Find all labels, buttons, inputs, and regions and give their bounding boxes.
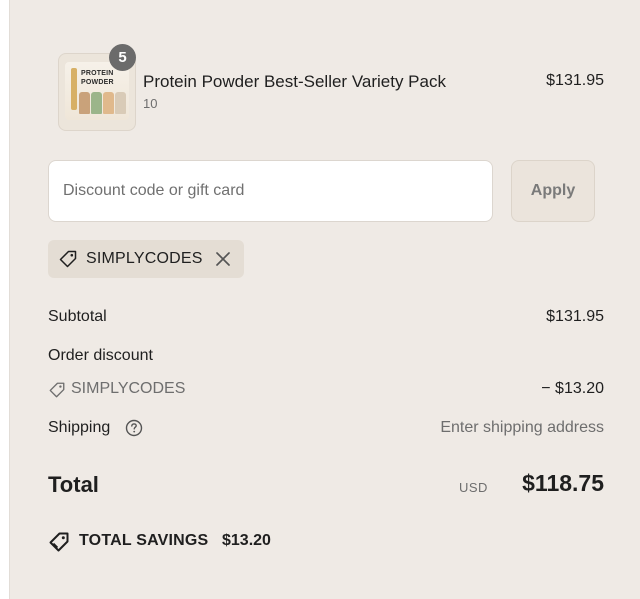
quantity-badge: 5: [109, 44, 136, 71]
order-discount-label: Order discount: [48, 347, 153, 364]
discount-code-text: SIMPLYCODES: [71, 380, 186, 397]
total-amount: $118.75: [522, 470, 604, 496]
product-image-text-2: POWDER: [81, 79, 114, 86]
close-icon[interactable]: [215, 251, 231, 272]
apply-button[interactable]: Apply: [511, 160, 595, 222]
total-currency: USD: [459, 480, 488, 495]
subtotal-label: Subtotal: [48, 308, 107, 325]
shipping-value: Enter shipping address: [440, 419, 604, 436]
product-name: Protein Powder Best-Seller Variety Pack: [143, 72, 446, 91]
product-image-text-1: PROTEIN: [81, 70, 114, 77]
shipping-label: Shipping: [48, 419, 111, 436]
help-circle-icon[interactable]: [125, 419, 143, 442]
product-price: $131.95: [546, 72, 604, 89]
total-savings-label: TOTAL SAVINGS: [79, 532, 209, 549]
applied-code-label: SIMPLYCODES: [86, 250, 203, 267]
savings-tag-icon: [48, 531, 70, 558]
subtotal-value: $131.95: [546, 308, 604, 325]
product-variant: 10: [143, 96, 158, 111]
total-label: Total: [48, 472, 99, 497]
tag-icon: [58, 249, 78, 274]
discount-value: − $13.20: [541, 380, 604, 397]
total-savings-amount: $13.20: [222, 532, 271, 549]
tag-icon: [48, 381, 66, 404]
applied-discount-chip: SIMPLYCODES: [48, 240, 244, 278]
discount-code-input[interactable]: [48, 160, 493, 222]
